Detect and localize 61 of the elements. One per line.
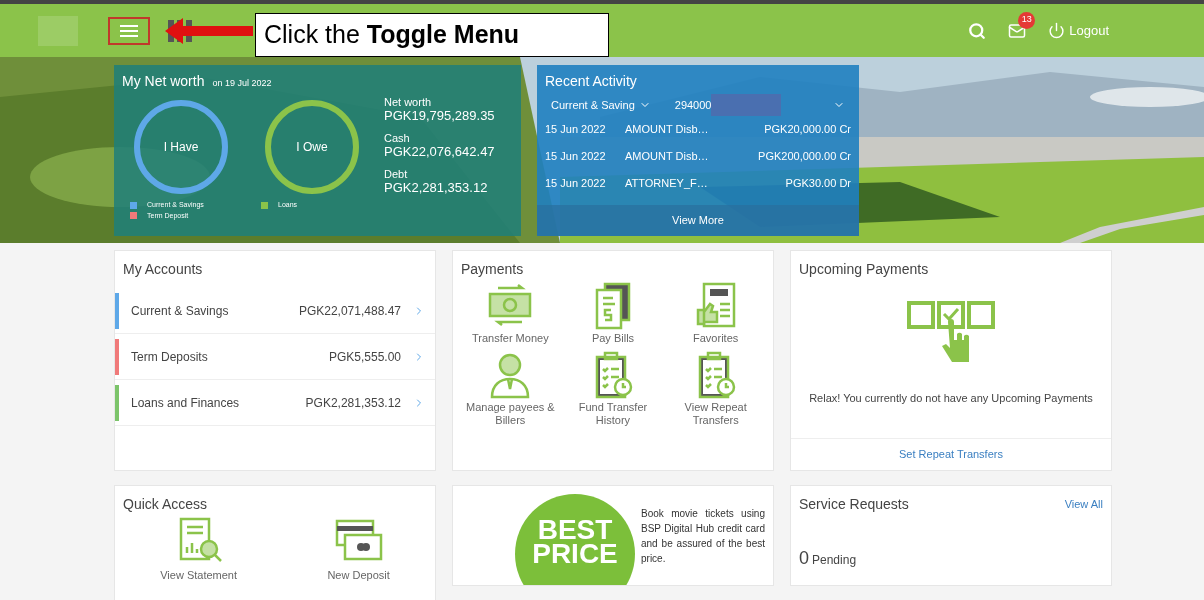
best-price-badge: BEST PRICE [515,493,635,585]
figure-value: PGK22,076,642.47 [384,145,495,159]
card-title: Service Requests [799,495,909,514]
mail-icon[interactable] [1008,21,1027,40]
account-amount: PGK5,555.00 [328,348,401,366]
activity-amount: PGK30.00 Dr [785,176,851,192]
set-repeat-transfers-link[interactable]: Set Repeat Transfers [791,438,1111,470]
date-label: on 19 Jul 2022 [212,77,272,90]
pending-label: Pending [812,552,857,569]
panel-title: My Net worth [122,72,205,91]
view-all-link[interactable]: View All [1064,494,1103,515]
card-title: Quick Access [122,495,209,514]
account-row[interactable]: Term Deposits PGK5,555.00 [115,334,435,380]
promo-text: Book movie tickets using BSP Digital Hub credit card and be assured of the best price. [641,506,765,566]
power-icon [1048,22,1066,39]
logo-placeholder [38,15,78,46]
account-name: Term Deposits [131,348,208,366]
payment-option[interactable]: Favorites [664,280,767,345]
payment-option[interactable]: Pay Bills [561,280,665,345]
quick-access-option[interactable]: View Statement [160,515,238,584]
figure-label: Net worth [384,95,433,109]
card-title: Payments [460,260,525,279]
account-number-dropdown[interactable]: 294000 [674,94,845,116]
account-type-dropdown[interactable]: Current & Saving [551,96,651,114]
menu-button[interactable] [108,16,150,45]
activity-description: AMOUNT Disb… [625,122,710,138]
account-name: Loans and Finances [131,394,240,412]
arrow-icon [165,18,253,44]
account-amount: PGK22,071,488.47 [298,302,401,320]
activity-description: AMOUNT Disb… [625,149,710,165]
figure-label: Debt [384,167,409,181]
account-row[interactable]: Current & Savings PGK22,071,488.47 [115,288,435,334]
ring-label: I Owe [296,139,328,156]
notification-badge: 13 [1018,11,1036,29]
account-row[interactable]: Loans and Finances PGK2,281,353.12 [115,380,435,426]
figure-label: Cash [384,131,411,145]
panel-title: Recent Activity [544,72,638,91]
activity-amount: PGK20,000.00 Cr [764,122,851,138]
card-title: My Accounts [122,260,204,279]
payment-option[interactable]: Transfer Money [459,280,562,345]
figure-value: PGK2,281,353.12 [384,181,489,195]
card-title: Upcoming Payments [798,260,930,279]
ring-label: I Have [163,139,199,156]
payment-option[interactable]: Manage payees & Billers [459,349,562,427]
account-amount: PGK2,281,353.12 [305,394,401,412]
account-name: Current & Savings [131,302,229,320]
activity-date: 15 Jun 2022 [545,176,607,192]
payment-option[interactable]: Fund Transfer History [561,349,665,427]
menu-icon [120,24,138,37]
payment-option[interactable]: View Repeat Transfers [664,349,767,427]
figure-value: PGK19,795,289.35 [384,109,495,123]
pending-count: 0 [799,547,809,570]
activity-amount: PGK200,000.00 Cr [758,149,851,165]
activity-date: 15 Jun 2022 [545,149,607,165]
activity-date: 15 Jun 2022 [545,122,607,138]
activity-description: ATTORNEY_F… [625,176,709,192]
quick-access-option[interactable]: New Deposit [327,515,390,584]
redaction-block [711,94,782,116]
view-more-button[interactable]: View More [537,205,859,236]
tutorial-callout: Click the Toggle Menu [255,13,609,57]
empty-message: Relax! You currently do not have any Upcoming Payments [808,391,1094,406]
